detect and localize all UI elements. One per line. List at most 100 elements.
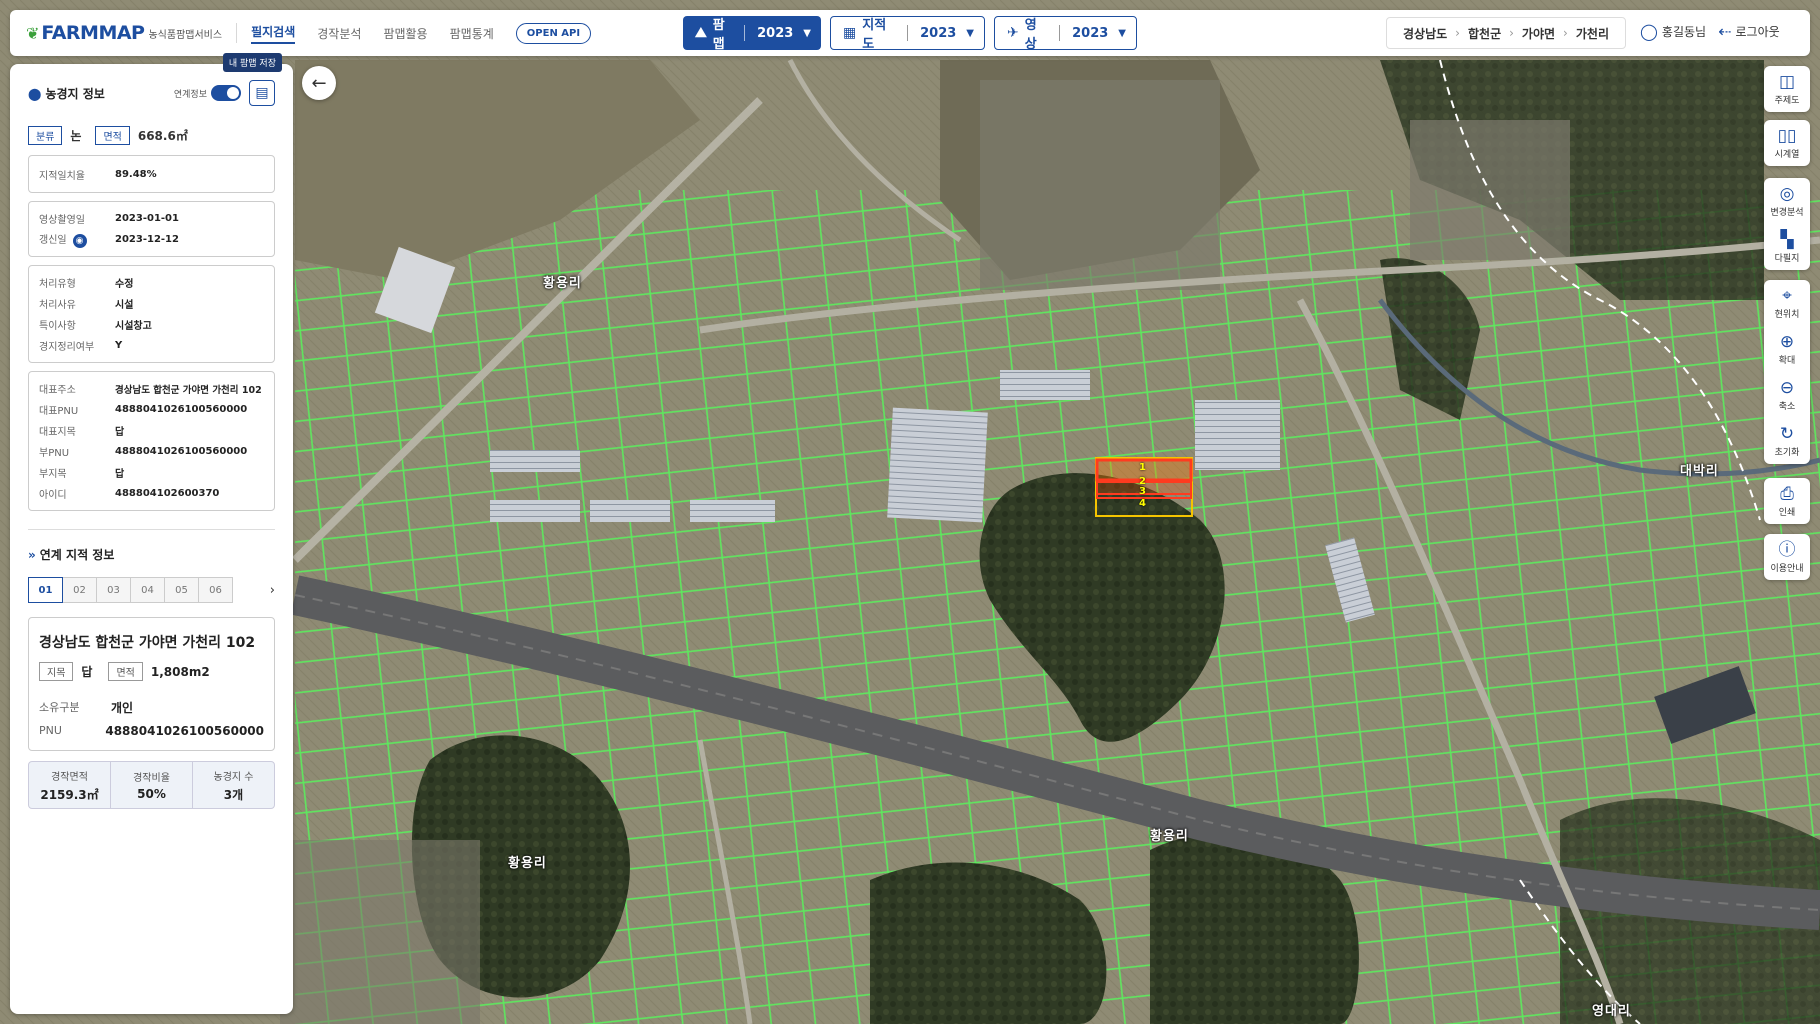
rep-pnu-label: 대표PNU (39, 406, 79, 417)
help-button[interactable]: ⓘ 이용안내 (1764, 534, 1810, 580)
linked-info-toggle-wrap: 연계정보 내 팜맵 저장 ▤ (173, 53, 282, 106)
chevron-down-icon: ▼ (1118, 27, 1126, 39)
map-label-hwangyong-3: 황용리 (508, 856, 547, 871)
tool-group-analysis: ◎ 변경분석 ▚ 다필지 (1764, 178, 1810, 270)
parcel-area-value: 1,808m2 (150, 664, 210, 679)
multi-parcel-button[interactable]: ▚ 다필지 (1764, 224, 1810, 270)
history-icon[interactable]: ◉ (72, 234, 87, 248)
cultivation-stats: 경작면적 2159.3㎡ 경작비율 50% 농경지 수 3개 (28, 761, 275, 809)
rep-address-label: 대표주소 (39, 385, 76, 396)
region-breadcrumb[interactable]: 경상남도 › 합천군 › 가야면 › 가천리 (1386, 17, 1626, 49)
imagery-year: 2023 (1072, 25, 1109, 41)
tab-06[interactable]: 06 (198, 577, 233, 603)
farmmap-logo[interactable]: ❦ FARMMAP 농식품팜맵서비스 (26, 22, 222, 44)
area-tag: 면적 (95, 126, 130, 145)
logo-leaf-icon: ❦ (26, 23, 40, 43)
class-area-row: 분류 논 면적 668.6㎡ (28, 126, 275, 145)
linked-parcel-card: 경상남도 합천군 가야면 가천리 102 지목 답 면적 1,808m2 소유구… (28, 617, 275, 751)
jimok-value: 답 (81, 665, 93, 679)
current-location-button[interactable]: ⌖ 현위치 (1764, 280, 1810, 326)
farmmap-year: 2023 (757, 25, 794, 41)
linked-info-label: 연계정보 (173, 89, 207, 100)
sub-jimok-label: 부지목 (39, 469, 67, 480)
map-save-icon: ▤ (255, 85, 269, 101)
tool-group-theme: ◫ 주제도 (1764, 66, 1810, 112)
chevron-right-icon: › (1563, 26, 1568, 40)
breadcrumb-village[interactable]: 가천리 (1576, 25, 1609, 42)
save-tooltip: 내 팜맵 저장 (222, 53, 282, 72)
special-note-label: 특이사항 (39, 321, 76, 332)
tab-01[interactable]: 01 (28, 577, 63, 603)
nav-cultivation-analysis[interactable]: 경작분석 (317, 25, 361, 42)
tool-group-help: ⓘ 이용안내 (1764, 534, 1810, 580)
map-label-hwangyong-2: 황용리 (1150, 829, 1189, 844)
breadcrumb-county[interactable]: 합천군 (1468, 25, 1501, 42)
timeline-icon: ▯▯ (1777, 125, 1797, 146)
location-pin-icon: ⬤ (28, 86, 42, 101)
user-icon: ◯ (1640, 22, 1658, 41)
tab-03[interactable]: 03 (96, 577, 131, 603)
pnu-value: 4888041026100560000 (105, 724, 264, 738)
location-icon: ⌖ (1782, 285, 1792, 306)
class-tag: 분류 (28, 126, 63, 145)
update-date-value: 2023-12-12 (115, 234, 179, 245)
id-label: 아이디 (39, 490, 67, 501)
cadastral-year-select[interactable]: ▦ 지적도 2023 ▼ (830, 16, 985, 52)
sub-pnu-value: 4888041026100560000 (115, 446, 248, 457)
logout-button[interactable]: 로그아웃 (1735, 23, 1779, 40)
tool-group-navigation: ⌖ 현위치 ⊕ 확대 ⊖ 축소 ↻ 초기화 (1764, 280, 1810, 464)
zoom-in-button[interactable]: ⊕ 확대 (1764, 326, 1810, 372)
print-icon: ⎙ (1780, 483, 1794, 504)
dates-box: 영상촬영일 2023-01-01 갱신일 ◉ 2023-12-12 (28, 201, 275, 257)
process-reason-label: 처리사유 (39, 300, 76, 311)
farm-icon: ⛰ (695, 25, 707, 41)
theme-map-button[interactable]: ◫ 주제도 (1764, 66, 1810, 112)
tab-04[interactable]: 04 (130, 577, 165, 603)
reset-button[interactable]: ↻ 초기화 (1764, 418, 1810, 464)
timeline-button[interactable]: ▯▯ 시계열 (1764, 120, 1810, 166)
update-date-label: 갱신일 ◉ (39, 231, 115, 248)
linked-info-toggle[interactable] (211, 85, 241, 101)
nav-farmmap-stats[interactable]: 팜맵통계 (450, 25, 494, 42)
imagery-label: 영상 (1024, 18, 1037, 52)
nav-parcel-search[interactable]: 필지검색 (251, 23, 296, 44)
sub-jimok-value: 답 (115, 469, 125, 480)
match-rate-value: 89.48% (115, 168, 157, 180)
user-name[interactable]: 홍길동님 (1662, 23, 1706, 40)
zoom-out-button[interactable]: ⊖ 축소 (1764, 372, 1810, 418)
tab-05[interactable]: 05 (164, 577, 199, 603)
area-value: 668.6㎡ (137, 129, 188, 143)
parcel-number-4[interactable]: 4 (1139, 498, 1147, 509)
process-type-value: 수정 (115, 279, 134, 290)
owner-label: 소유구분 (39, 701, 80, 714)
jimok-tag: 지목 (39, 662, 74, 681)
chevron-right-icon[interactable]: › (270, 583, 275, 598)
map-label-yeongdae: 영대리 (1592, 1004, 1631, 1019)
section-divider (28, 529, 275, 530)
process-box: 처리유형 수정 처리사유 시설 특이사항 시설창고 경지정리여부 Y (28, 265, 275, 363)
airplane-icon: ✈ (1007, 25, 1019, 41)
change-analysis-icon: ◎ (1779, 183, 1795, 204)
collapse-panel-button[interactable]: ← (302, 66, 336, 100)
match-rate-box: 지적일치율 89.48% (28, 155, 275, 193)
imagery-year-select[interactable]: ✈ 영상 2023 ▼ (994, 16, 1137, 52)
parcel-number-1[interactable]: 1 (1139, 462, 1147, 473)
print-button[interactable]: ⎙ 인쇄 (1764, 478, 1810, 524)
capture-date-label: 영상촬영일 (39, 215, 85, 226)
farmmap-year-select[interactable]: ⛰ 팜맵 2023 ▼ (683, 16, 821, 52)
breadcrumb-province[interactable]: 경상남도 (1403, 25, 1447, 42)
breadcrumb-town[interactable]: 가야면 (1522, 25, 1555, 42)
land-arrangement-value: Y (115, 340, 123, 351)
save-my-farmmap-button[interactable]: 내 팜맵 저장 ▤ (222, 53, 282, 106)
tab-02[interactable]: 02 (62, 577, 97, 603)
multi-parcel-icon: ▚ (1780, 229, 1794, 250)
change-analysis-button[interactable]: ◎ 변경분석 (1764, 178, 1810, 224)
nav-farmmap-use[interactable]: 팜맵활용 (383, 25, 427, 42)
class-value: 논 (70, 129, 82, 143)
stat-cultivation-ratio: 경작비율 50% (111, 762, 193, 808)
double-chevron-icon: » (28, 548, 36, 562)
open-api-button[interactable]: OPEN API (515, 22, 592, 44)
pnu-label: PNU (39, 724, 62, 737)
cadastral-year: 2023 (920, 25, 957, 41)
parcel-number-3[interactable]: 3 (1139, 486, 1147, 497)
